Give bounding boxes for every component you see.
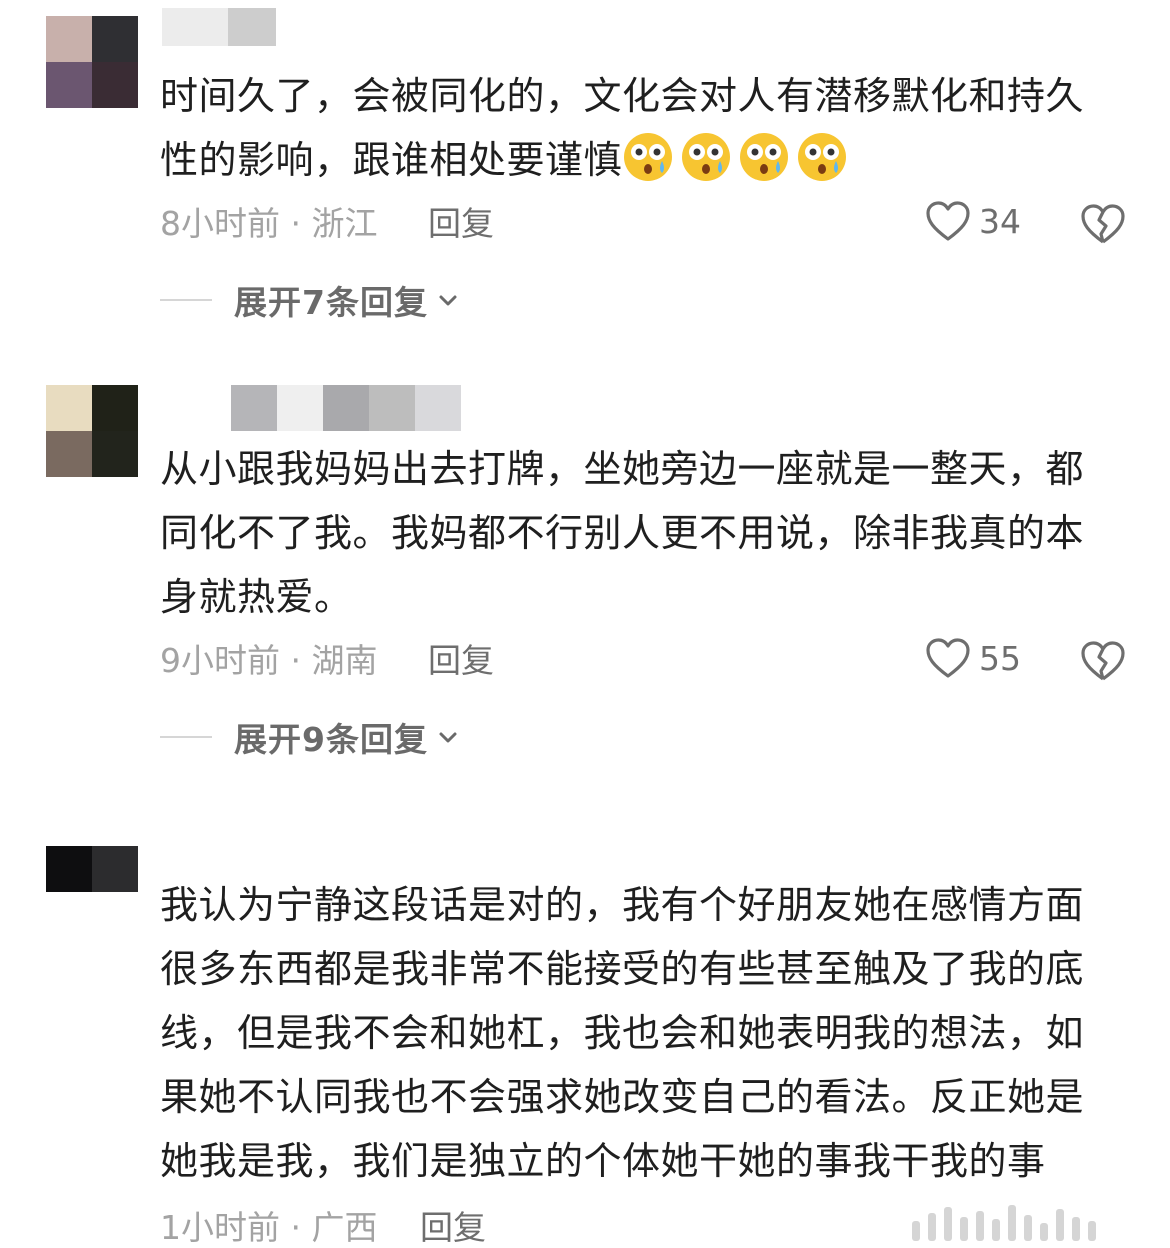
reply-button[interactable]: 回复 [428, 641, 494, 681]
astonished-face-emoji [682, 133, 731, 181]
comment-meta: 1小时前 · 广西 [160, 1208, 378, 1247]
like-button[interactable]: 55 [925, 637, 1021, 679]
blur-block [323, 385, 369, 431]
comment-text: 我认为宁静这段话是对的，我有个好朋友她在感情方面很多东西都是我非常不能接受的有些… [160, 883, 1085, 1183]
blur-block [277, 385, 323, 431]
reply-button[interactable]: 回复 [420, 1208, 486, 1248]
expand-replies-button[interactable]: 展开7条回复 [160, 276, 462, 324]
chevron-down-icon [439, 295, 457, 306]
avatar-pixel [92, 62, 138, 108]
avatar-pixel [92, 16, 138, 62]
avatar[interactable] [46, 16, 138, 108]
avatar[interactable] [46, 385, 138, 477]
watermark [912, 1201, 1162, 1241]
reply-button[interactable]: 回复 [428, 204, 494, 244]
blur-block [231, 385, 277, 431]
broken-heart-icon[interactable] [1080, 202, 1126, 246]
like-count: 34 [979, 201, 1021, 241]
divider-line [160, 299, 212, 301]
comment-meta: 8小时前 · 浙江 [160, 204, 378, 243]
avatar-pixel [46, 431, 92, 477]
like-button[interactable]: 34 [925, 200, 1021, 242]
blur-block [415, 385, 461, 431]
avatar-pixel [92, 431, 138, 477]
username-blurred[interactable] [231, 385, 461, 431]
avatar-pixel [92, 846, 138, 892]
avatar-pixel [46, 385, 92, 431]
emoji-group [622, 133, 854, 182]
chevron-down-icon [439, 732, 457, 743]
astonished-face-emoji [740, 133, 789, 181]
blur-block [162, 8, 228, 46]
avatar-pixel [46, 62, 92, 108]
heart-icon [926, 201, 970, 241]
comment-text: 时间久了，会被同化的，文化会对人有潜移默化和持久性的影响，跟谁相处要谨慎 [160, 64, 1120, 192]
comment-text: 从小跟我妈妈出去打牌，坐她旁边一座就是一整天，都同化不了我。我妈都不行别人更不用… [160, 447, 1085, 619]
avatar[interactable] [46, 846, 138, 892]
broken-heart-icon[interactable] [1080, 639, 1126, 683]
avatar-pixel [92, 385, 138, 431]
astonished-face-emoji [798, 133, 847, 181]
avatar-pixel [46, 16, 92, 62]
username-blurred[interactable] [162, 8, 276, 46]
comment-meta: 9小时前 · 湖南 [160, 641, 378, 680]
astonished-face-emoji [624, 133, 673, 181]
expand-replies-label: 展开7条回复 [234, 283, 428, 322]
avatar-pixel [46, 846, 92, 892]
blur-block [369, 385, 415, 431]
blur-block [228, 8, 276, 46]
expand-replies-label: 展开9条回复 [234, 720, 428, 759]
expand-replies-button[interactable]: 展开9条回复 [160, 713, 462, 761]
like-count: 55 [979, 638, 1021, 678]
heart-icon [926, 638, 970, 678]
divider-line [160, 736, 212, 738]
